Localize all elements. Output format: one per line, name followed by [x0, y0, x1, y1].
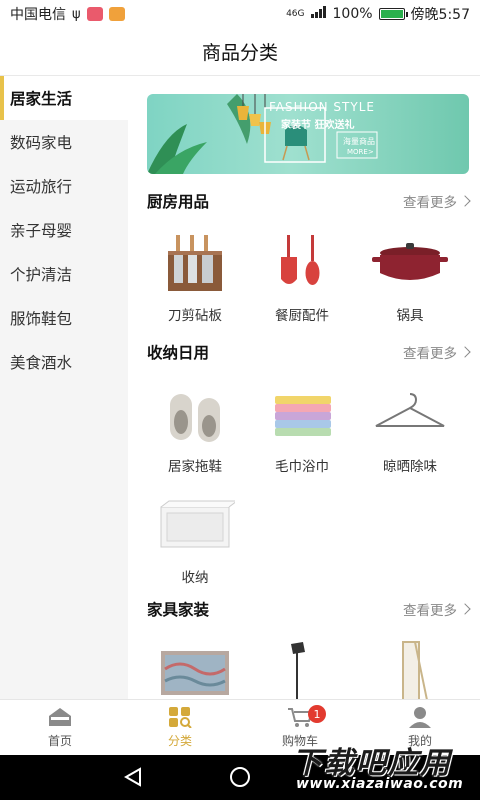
- chevron-right-icon: [459, 195, 471, 207]
- slippers-icon: [155, 383, 235, 445]
- sidebar-item-label: 美食酒水: [10, 354, 73, 372]
- banner-button-label: 海量商品: [343, 137, 375, 146]
- signal-label: 46G: [286, 8, 305, 19]
- section-header-storage: 收纳日用 查看更多: [147, 341, 471, 363]
- pot-icon: [370, 232, 450, 294]
- item-label: 锅具: [396, 308, 424, 324]
- product-category-item[interactable]: 锅具: [360, 232, 460, 324]
- home-icon: [47, 706, 73, 728]
- section-title: 收纳日用: [147, 344, 210, 362]
- banner-subtitle: 家装节 狂欢送礼: [281, 120, 355, 131]
- category-content: FASHION STYLE 家装节 狂欢送礼 海量商品 MORE> 厨房用品 查…: [128, 76, 480, 699]
- product-category-item[interactable]: 刀剪砧板: [145, 232, 245, 324]
- tab-home[interactable]: 首页: [0, 700, 120, 755]
- item-label: 餐厨配件: [275, 308, 329, 324]
- mirror-icon: [370, 638, 450, 699]
- storage-box-icon: [155, 494, 235, 556]
- cart-count-badge: 1: [308, 705, 326, 723]
- section-header-kitchen: 厨房用品 查看更多: [147, 190, 471, 212]
- download-icon: [108, 7, 125, 21]
- tab-profile[interactable]: 我的: [360, 700, 480, 755]
- back-icon[interactable]: [122, 766, 144, 792]
- system-nav-bar: [0, 755, 480, 800]
- usb-icon: ψ: [72, 6, 81, 22]
- product-category-item[interactable]: [360, 638, 460, 699]
- item-label: 居家拖鞋: [168, 459, 222, 475]
- category-icon: [167, 706, 193, 728]
- sidebar-item-sports-travel[interactable]: 运动旅行: [0, 164, 128, 208]
- sidebar-item-label: 数码家电: [10, 134, 73, 152]
- lamp-icon: [262, 638, 342, 699]
- category-sidebar: 居家生活 数码家电 运动旅行 亲子母婴 个护清洁 服饰鞋包 美食酒水: [0, 76, 128, 699]
- tab-cart[interactable]: 购物车 1: [240, 700, 360, 755]
- battery-percent: 100%: [332, 6, 373, 22]
- view-more-link[interactable]: 查看更多: [403, 342, 471, 362]
- sidebar-item-apparel[interactable]: 服饰鞋包: [0, 296, 128, 340]
- home-circle-icon[interactable]: [229, 766, 251, 792]
- carrier-label: 中国电信: [10, 7, 66, 23]
- view-more-link[interactable]: 查看更多: [403, 599, 471, 619]
- knife-set-icon: [155, 232, 235, 294]
- status-bar: 中国电信 ψ 46G 100% 傍晚5:57: [0, 0, 480, 28]
- sidebar-item-label: 运动旅行: [10, 178, 73, 196]
- bottom-tab-bar: 首页 分类 购物车 1 我的: [0, 699, 480, 755]
- product-category-item[interactable]: 收纳: [145, 494, 245, 586]
- sidebar-item-personal-care[interactable]: 个护清洁: [0, 252, 128, 296]
- sidebar-item-digital[interactable]: 数码家电: [0, 120, 128, 164]
- user-icon: [407, 706, 433, 728]
- spatula-icon: [262, 232, 342, 294]
- signal-icon: [310, 6, 327, 22]
- item-label: 刀剪砧板: [168, 308, 222, 324]
- product-category-item[interactable]: [145, 638, 245, 699]
- view-more-label: 查看更多: [403, 603, 457, 619]
- view-more-link[interactable]: 查看更多: [403, 191, 471, 211]
- chevron-right-icon: [459, 346, 471, 358]
- hanger-icon: [370, 383, 450, 445]
- item-label: 收纳: [181, 570, 209, 586]
- tab-category[interactable]: 分类: [120, 700, 240, 755]
- section-header-furniture: 家具家装 查看更多: [147, 598, 471, 620]
- sidebar-item-label: 服饰鞋包: [10, 310, 73, 328]
- page-title: 商品分类: [201, 42, 278, 64]
- view-more-label: 查看更多: [403, 346, 457, 362]
- banner-title: FASHION STYLE: [269, 100, 375, 114]
- towels-icon: [262, 383, 342, 445]
- clock: 傍晚5:57: [410, 7, 470, 23]
- sidebar-item-home-living[interactable]: 居家生活: [0, 76, 128, 120]
- sidebar-item-food-drinks[interactable]: 美食酒水: [0, 340, 128, 384]
- app-notification-icon: [86, 7, 103, 21]
- sidebar-item-label: 个护清洁: [10, 266, 73, 284]
- page-title-bar: 商品分类: [0, 28, 480, 76]
- product-category-item[interactable]: 居家拖鞋: [145, 383, 245, 475]
- promo-banner[interactable]: FASHION STYLE 家装节 狂欢送礼 海量商品 MORE>: [147, 94, 469, 174]
- product-category-item[interactable]: 晾晒除味: [360, 383, 460, 475]
- tab-label: 首页: [47, 734, 72, 748]
- tab-label: 我的: [407, 734, 432, 748]
- chevron-right-icon: [459, 603, 471, 615]
- product-category-item[interactable]: [252, 638, 352, 699]
- battery-icon: [378, 8, 408, 20]
- tab-label: 分类: [167, 734, 192, 748]
- section-title: 家具家装: [147, 601, 210, 619]
- view-more-label: 查看更多: [403, 195, 457, 211]
- sidebar-item-baby[interactable]: 亲子母婴: [0, 208, 128, 252]
- banner-more-label: MORE>: [347, 148, 374, 156]
- sidebar-item-label: 亲子母婴: [10, 222, 73, 240]
- section-title: 厨房用品: [147, 193, 210, 211]
- product-category-item[interactable]: 毛巾浴巾: [252, 383, 352, 475]
- sidebar-item-label: 居家生活: [10, 90, 73, 108]
- rug-icon: [155, 638, 235, 699]
- tab-label: 购物车: [281, 734, 318, 748]
- item-label: 毛巾浴巾: [275, 459, 329, 475]
- product-category-item[interactable]: 餐厨配件: [252, 232, 352, 324]
- item-label: 晾晒除味: [383, 459, 437, 475]
